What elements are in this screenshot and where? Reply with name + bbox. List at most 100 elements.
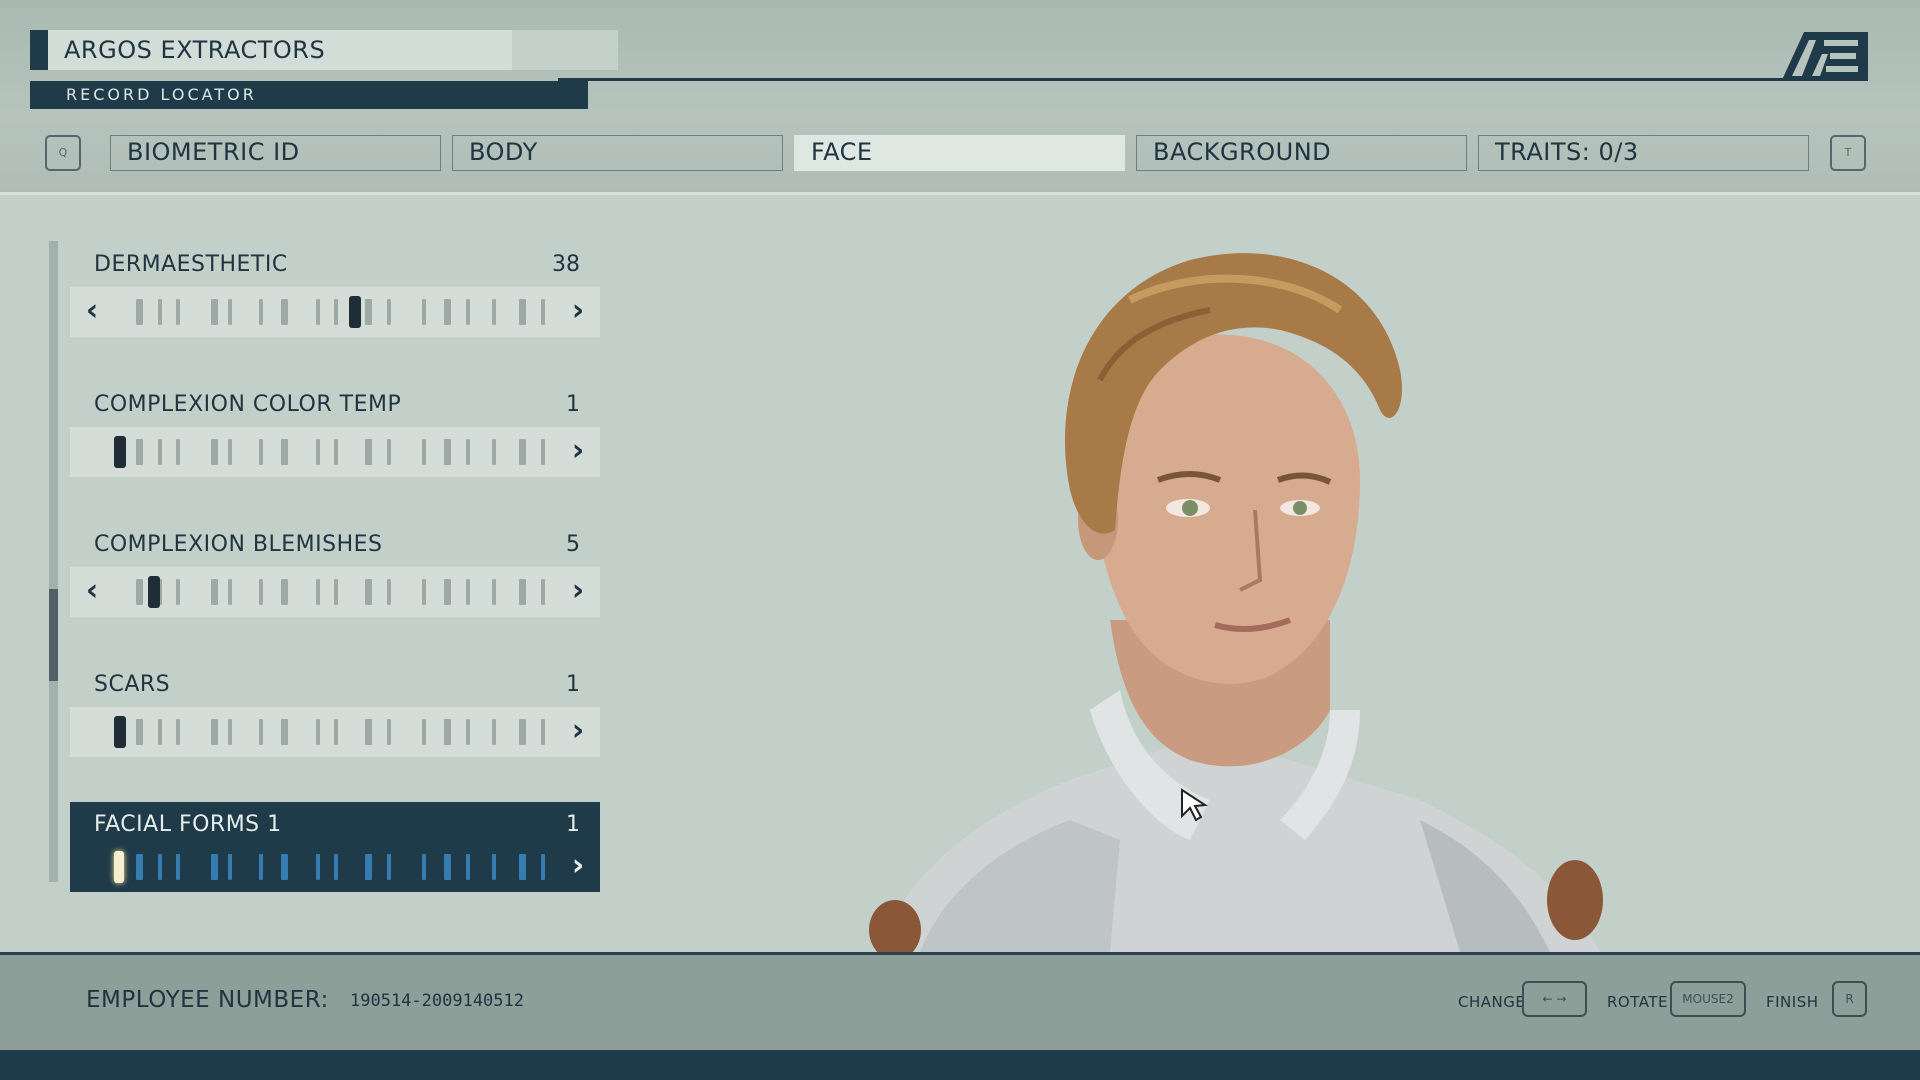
slider-tick [316, 439, 320, 465]
slider-track[interactable]: ‹ › [70, 287, 600, 337]
slider-tick [334, 579, 338, 605]
slider-track[interactable]: › [70, 427, 600, 477]
slider-tick [492, 854, 496, 880]
slider-thumb[interactable] [114, 716, 126, 748]
slider-tick [444, 299, 451, 325]
slider-tick [281, 299, 288, 325]
slider-tick [492, 299, 496, 325]
slider-tick [316, 299, 320, 325]
options-scrollbar-track[interactable] [49, 241, 58, 882]
slider-track[interactable]: › [70, 842, 600, 892]
slider-tick [541, 854, 545, 880]
slider-ticks [114, 716, 554, 748]
slider-tick [158, 719, 162, 745]
slider-tick [228, 439, 232, 465]
slider-track[interactable]: ‹ › [70, 567, 600, 617]
slider-complexion-blemishes[interactable]: COMPLEXION BLEMISHES 5 ‹ › [70, 530, 600, 620]
prev-tab-key[interactable]: Q [45, 135, 81, 171]
slider-track[interactable]: › [70, 707, 600, 757]
slider-tick [466, 439, 470, 465]
slider-tick [365, 719, 372, 745]
footer-strip [0, 1050, 1920, 1080]
options-scrollbar-thumb[interactable] [49, 589, 58, 681]
slider-thumb[interactable] [148, 576, 160, 608]
tab-body[interactable]: BODY [452, 135, 783, 171]
slider-tick [466, 719, 470, 745]
next-tab-key[interactable]: T [1830, 135, 1866, 171]
slider-tick [211, 854, 218, 880]
slider-tick [492, 579, 496, 605]
slider-tick [387, 439, 391, 465]
slider-label: FACIAL FORMS 1 [94, 812, 282, 837]
slider-tick [466, 854, 470, 880]
slider-tick [334, 299, 338, 325]
slider-tick [158, 854, 162, 880]
tab-biometric-id[interactable]: BIOMETRIC ID [110, 135, 441, 171]
slider-value: 1 [566, 392, 580, 417]
header-divider [558, 78, 1868, 81]
chevron-left-icon[interactable]: ‹ [72, 287, 112, 337]
company-marker [30, 30, 48, 70]
slider-tick [158, 299, 162, 325]
tab-face[interactable]: FACE [794, 135, 1125, 171]
finish-key[interactable]: R [1832, 981, 1867, 1017]
slider-tick [211, 579, 218, 605]
chevron-left-icon[interactable]: ‹ [72, 567, 112, 617]
record-locator-label: RECORD LOCATOR [30, 81, 588, 109]
company-title-extension [512, 30, 618, 70]
slider-tick [211, 299, 218, 325]
slider-tick [444, 439, 451, 465]
slider-tick [466, 299, 470, 325]
tab-traits[interactable]: TRAITS: 0/3 [1478, 135, 1809, 171]
slider-thumb[interactable] [114, 436, 126, 468]
slider-facial-forms-1[interactable]: FACIAL FORMS 1 1 › [70, 802, 600, 892]
slider-tick [519, 719, 526, 745]
slider-tick [281, 719, 288, 745]
slider-tick [422, 439, 426, 465]
slider-dermaesthetic[interactable]: DERMAESTHETIC 38 ‹ › [70, 250, 600, 340]
chevron-right-icon[interactable]: › [558, 567, 598, 617]
slider-tick [387, 854, 391, 880]
slider-ticks [114, 436, 554, 468]
slider-tick [387, 299, 391, 325]
slider-tick [211, 439, 218, 465]
slider-tick [176, 719, 180, 745]
slider-label: SCARS [94, 672, 171, 697]
slider-tick [334, 719, 338, 745]
slider-tick [228, 854, 232, 880]
slider-thumb[interactable] [114, 851, 124, 883]
slider-tick [228, 719, 232, 745]
chevron-right-icon[interactable]: › [558, 707, 598, 757]
change-key[interactable]: ← → [1522, 981, 1587, 1017]
character-portrait[interactable] [860, 240, 1640, 952]
slider-tick [365, 579, 372, 605]
chevron-right-icon[interactable]: › [558, 842, 598, 892]
slider-thumb[interactable] [349, 296, 361, 328]
employee-number-value: 190514-2009140512 [350, 991, 524, 1011]
company-title: ARGOS EXTRACTORS [48, 30, 512, 70]
chevron-right-icon[interactable]: › [558, 427, 598, 477]
change-hint-label: CHANGE [1458, 993, 1526, 1011]
slider-tick [541, 719, 545, 745]
slider-tick [422, 854, 426, 880]
slider-complexion-color-temp[interactable]: COMPLEXION COLOR TEMP 1 › [70, 390, 600, 480]
slider-tick [176, 299, 180, 325]
tab-bar: Q BIOMETRIC ID BODY FACE BACKGROUND TRAI… [0, 135, 1920, 171]
rotate-key[interactable]: MOUSE2 [1670, 981, 1746, 1017]
slider-tick [136, 299, 143, 325]
slider-value: 5 [566, 532, 580, 557]
finish-hint-label: FINISH [1766, 993, 1819, 1011]
slider-tick [444, 719, 451, 745]
slider-tick [259, 299, 263, 325]
slider-tick [422, 299, 426, 325]
slider-tick [228, 299, 232, 325]
tab-background[interactable]: BACKGROUND [1136, 135, 1467, 171]
slider-scars[interactable]: SCARS 1 › [70, 670, 600, 760]
slider-tick [211, 719, 218, 745]
slider-tick [259, 579, 263, 605]
slider-tick [541, 579, 545, 605]
slider-tick [466, 579, 470, 605]
slider-tick [176, 854, 180, 880]
chevron-right-icon[interactable]: › [558, 287, 598, 337]
slider-tick [492, 439, 496, 465]
